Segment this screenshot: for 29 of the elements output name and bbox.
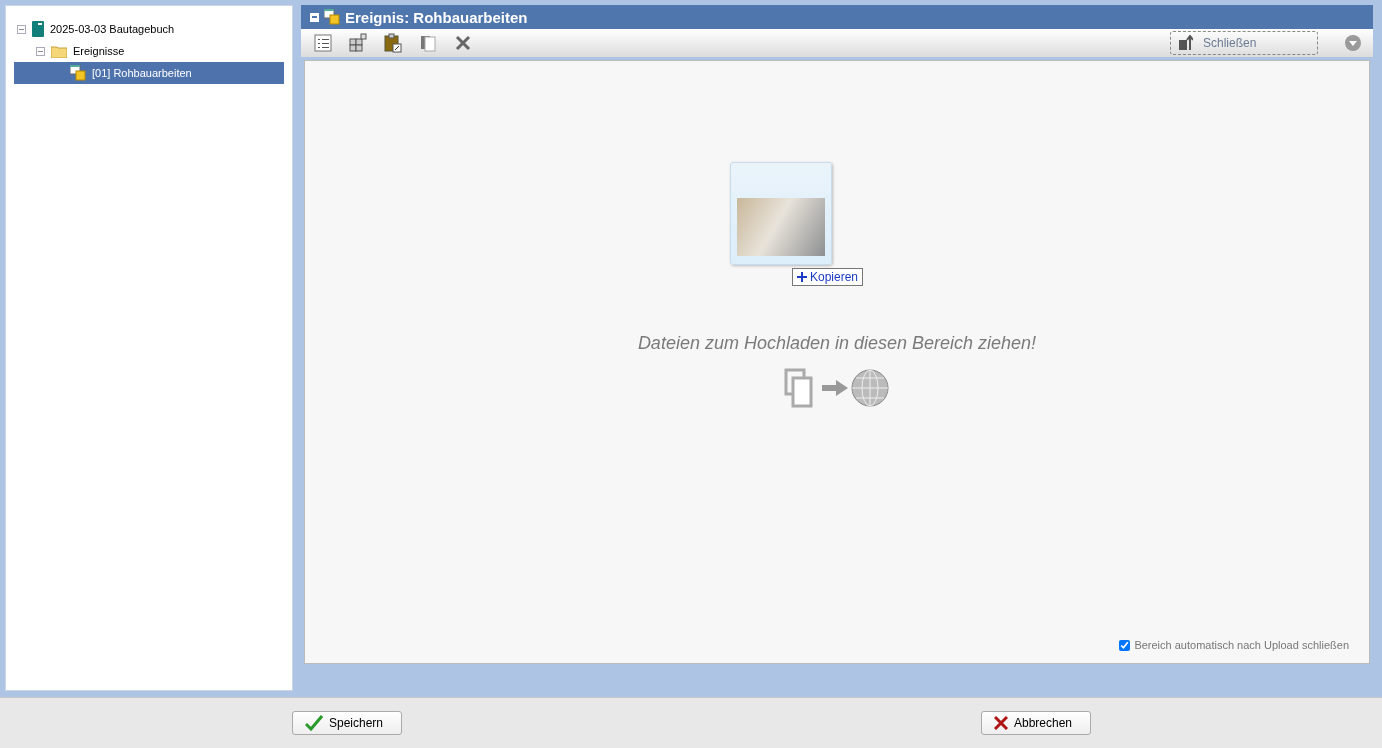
list-icon[interactable] xyxy=(313,33,333,53)
checkbox[interactable] xyxy=(1119,639,1131,651)
checkmark-icon xyxy=(305,715,323,731)
cross-icon xyxy=(994,716,1008,730)
calendar-note-icon xyxy=(70,65,86,81)
copy-icon[interactable] xyxy=(418,33,438,53)
tree-item[interactable]: 2025-03-03 Bautagebuch xyxy=(14,18,284,40)
dropdown-icon[interactable] xyxy=(1345,35,1361,51)
book-icon xyxy=(32,21,44,37)
grid-icon[interactable] xyxy=(348,33,368,53)
save-button[interactable]: Speichern xyxy=(292,711,402,735)
tree-item[interactable]: Ereignisse xyxy=(14,40,284,62)
calendar-note-icon xyxy=(324,9,340,25)
collapse-toggle[interactable] xyxy=(36,46,45,56)
drop-zone[interactable]: Kopieren Dateien zum Hochladen in diesen Bereich ziehen! Bereich automatisch nach Upload schließen xyxy=(304,60,1370,664)
collapse-toggle[interactable] xyxy=(310,12,319,22)
delete-icon[interactable] xyxy=(453,33,473,53)
plus-icon xyxy=(797,272,807,282)
panel-title: Ereignis: Rohbauarbeiten xyxy=(345,8,528,26)
document-up-icon xyxy=(1179,35,1193,51)
checkbox-label: Bereich automatisch nach Upload schließen xyxy=(1134,639,1349,651)
paste-icon[interactable] xyxy=(383,33,403,53)
tree-item[interactable]: [01] Rohbauarbeiten xyxy=(14,62,284,84)
close-button[interactable]: Schließen xyxy=(1170,31,1318,55)
cancel-button[interactable]: Abbrechen xyxy=(981,711,1091,735)
folder-icon xyxy=(51,44,67,58)
copy-tooltip: Kopieren xyxy=(792,268,864,286)
collapse-toggle[interactable] xyxy=(17,24,26,34)
drop-hint: Dateien zum Hochladen in diesen Bereich ziehen! xyxy=(637,333,1037,354)
